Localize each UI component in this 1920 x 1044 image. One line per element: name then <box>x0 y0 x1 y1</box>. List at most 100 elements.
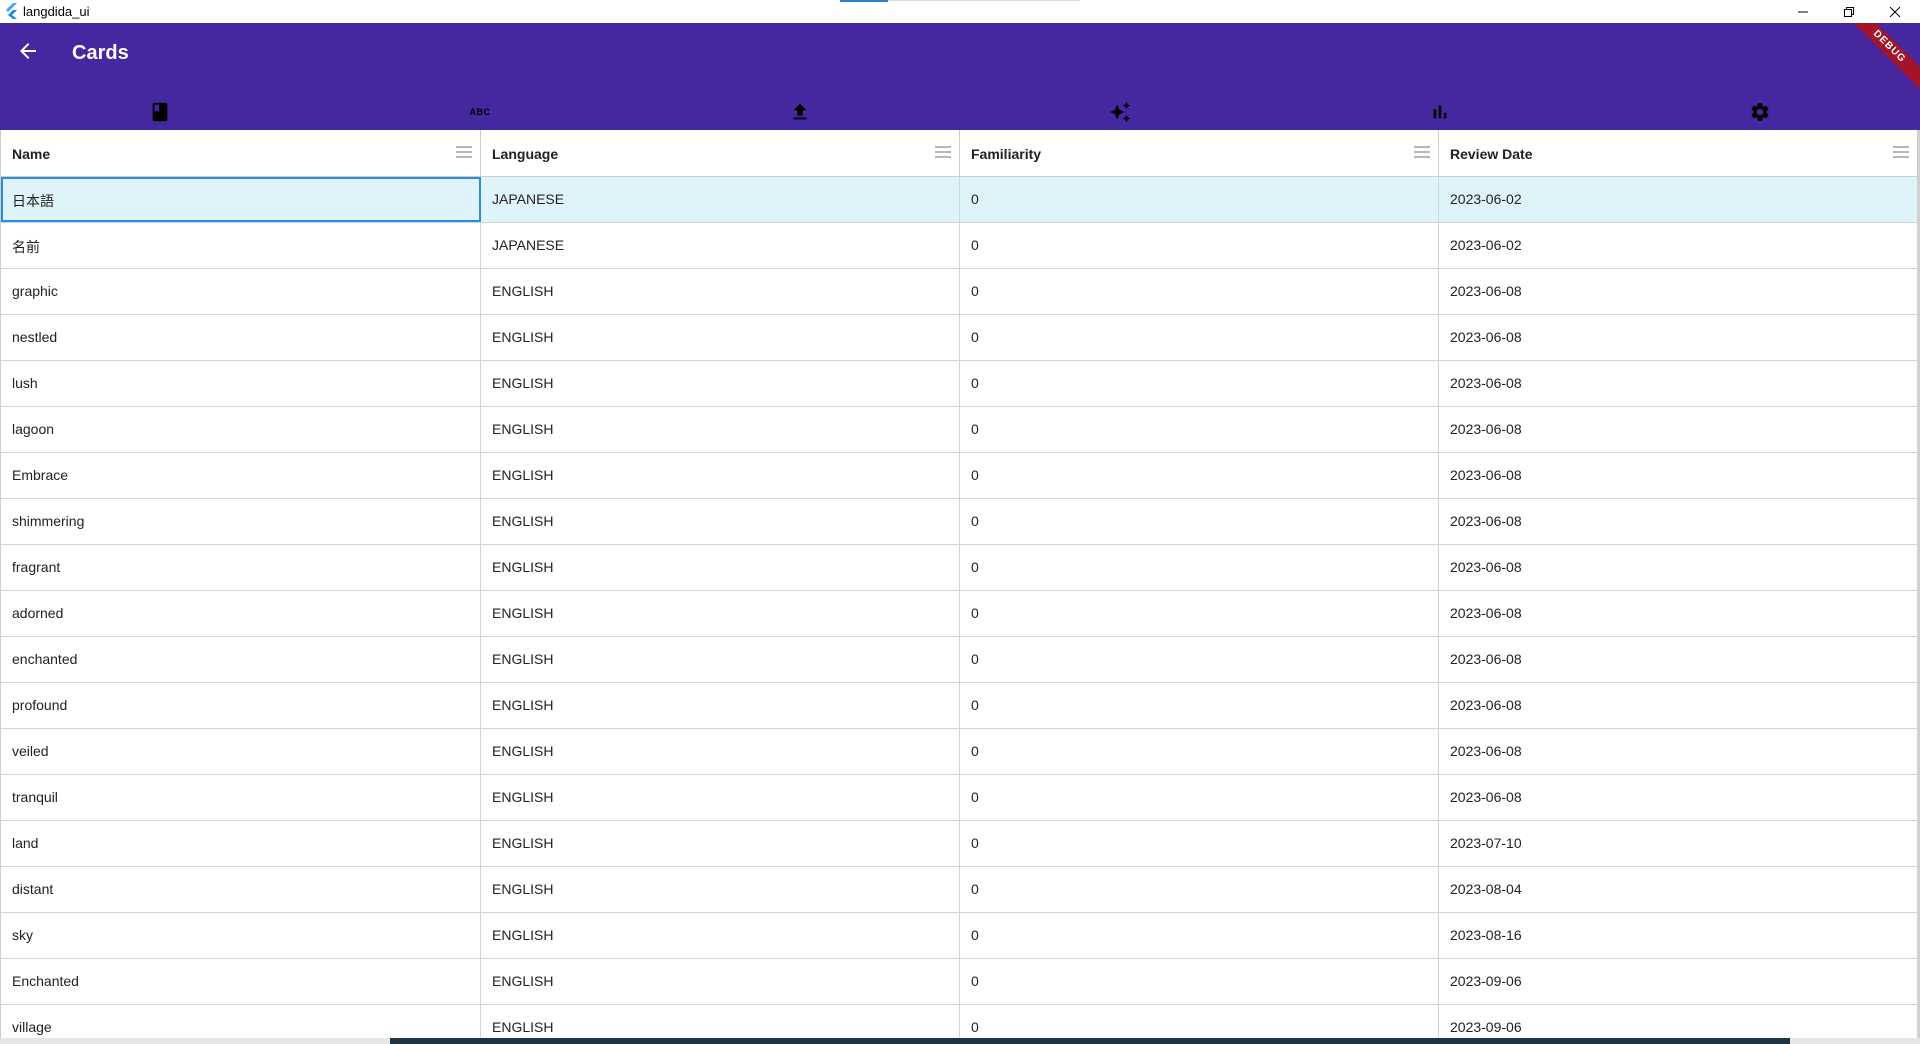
cell-language[interactable]: ENGLISH <box>481 1005 960 1038</box>
cell-review-date[interactable]: 2023-06-08 <box>1439 545 1918 590</box>
scrollbar-thumb[interactable] <box>390 1038 1790 1044</box>
table-row[interactable]: adorned ENGLISH 0 2023-06-08 <box>1 591 1919 637</box>
cell-familiarity[interactable]: 0 <box>960 637 1439 682</box>
cell-familiarity[interactable]: 0 <box>960 361 1439 406</box>
cell-review-date[interactable]: 2023-06-08 <box>1439 269 1918 314</box>
cell-review-date[interactable]: 2023-08-04 <box>1439 867 1918 912</box>
cell-review-date[interactable]: 2023-06-02 <box>1439 223 1918 268</box>
table-row[interactable]: Enchanted ENGLISH 0 2023-09-06 <box>1 959 1919 1005</box>
cell-name[interactable]: 日本語 <box>1 177 481 222</box>
cell-language[interactable]: ENGLISH <box>481 499 960 544</box>
cell-language[interactable]: ENGLISH <box>481 729 960 774</box>
cell-language[interactable]: ENGLISH <box>481 269 960 314</box>
column-menu-icon[interactable] <box>456 146 472 158</box>
cell-language[interactable]: ENGLISH <box>481 775 960 820</box>
tab-book[interactable] <box>144 96 176 128</box>
cell-familiarity[interactable]: 0 <box>960 269 1439 314</box>
column-menu-icon[interactable] <box>1893 146 1909 158</box>
cell-familiarity[interactable]: 0 <box>960 407 1439 452</box>
back-arrow-icon[interactable] <box>16 39 40 63</box>
cell-familiarity[interactable]: 0 <box>960 775 1439 820</box>
cell-review-date[interactable]: 2023-09-06 <box>1439 959 1918 1004</box>
cell-familiarity[interactable]: 0 <box>960 1005 1439 1038</box>
tab-settings[interactable] <box>1744 96 1776 128</box>
cell-language[interactable]: JAPANESE <box>481 223 960 268</box>
cell-language[interactable]: ENGLISH <box>481 453 960 498</box>
cell-name[interactable]: veiled <box>1 729 481 774</box>
tab-stats[interactable] <box>1424 96 1456 128</box>
cell-review-date[interactable]: 2023-06-08 <box>1439 407 1918 452</box>
cell-familiarity[interactable]: 0 <box>960 453 1439 498</box>
cell-review-date[interactable]: 2023-06-08 <box>1439 499 1918 544</box>
cell-language[interactable]: ENGLISH <box>481 545 960 590</box>
cell-language[interactable]: ENGLISH <box>481 361 960 406</box>
tab-abc[interactable]: ABC <box>464 96 496 128</box>
cell-name[interactable]: Enchanted <box>1 959 481 1004</box>
cell-review-date[interactable]: 2023-06-08 <box>1439 683 1918 728</box>
cell-name[interactable]: distant <box>1 867 481 912</box>
cell-review-date[interactable]: 2023-07-10 <box>1439 821 1918 866</box>
cell-review-date[interactable]: 2023-06-08 <box>1439 315 1918 360</box>
table-row[interactable]: enchanted ENGLISH 0 2023-06-08 <box>1 637 1919 683</box>
cell-review-date[interactable]: 2023-06-08 <box>1439 637 1918 682</box>
cell-review-date[interactable]: 2023-06-08 <box>1439 775 1918 820</box>
cell-name[interactable]: adorned <box>1 591 481 636</box>
cell-name[interactable]: sky <box>1 913 481 958</box>
tab-upload[interactable] <box>784 96 816 128</box>
cell-name[interactable]: 名前 <box>1 223 481 268</box>
cell-language[interactable]: ENGLISH <box>481 637 960 682</box>
table-row[interactable]: distant ENGLISH 0 2023-08-04 <box>1 867 1919 913</box>
cell-familiarity[interactable]: 0 <box>960 959 1439 1004</box>
cell-name[interactable]: lush <box>1 361 481 406</box>
table-row[interactable]: profound ENGLISH 0 2023-06-08 <box>1 683 1919 729</box>
table-row[interactable]: Embrace ENGLISH 0 2023-06-08 <box>1 453 1919 499</box>
table-row[interactable]: graphic ENGLISH 0 2023-06-08 <box>1 269 1919 315</box>
cell-review-date[interactable]: 2023-08-16 <box>1439 913 1918 958</box>
horizontal-scrollbar[interactable] <box>0 1038 1920 1044</box>
restore-button[interactable] <box>1826 0 1872 23</box>
cell-familiarity[interactable]: 0 <box>960 315 1439 360</box>
cell-familiarity[interactable]: 0 <box>960 867 1439 912</box>
cell-language[interactable]: ENGLISH <box>481 821 960 866</box>
cell-language[interactable]: ENGLISH <box>481 913 960 958</box>
cell-name[interactable]: nestled <box>1 315 481 360</box>
cell-name[interactable]: Embrace <box>1 453 481 498</box>
minimize-button[interactable] <box>1780 0 1826 23</box>
cell-familiarity[interactable]: 0 <box>960 499 1439 544</box>
cell-familiarity[interactable]: 0 <box>960 591 1439 636</box>
table-row[interactable]: village ENGLISH 0 2023-09-06 <box>1 1005 1919 1038</box>
cell-familiarity[interactable]: 0 <box>960 545 1439 590</box>
table-row[interactable]: tranquil ENGLISH 0 2023-06-08 <box>1 775 1919 821</box>
cell-familiarity[interactable]: 0 <box>960 683 1439 728</box>
cell-language[interactable]: ENGLISH <box>481 683 960 728</box>
cell-familiarity[interactable]: 0 <box>960 913 1439 958</box>
column-menu-icon[interactable] <box>1414 146 1430 158</box>
cell-name[interactable]: graphic <box>1 269 481 314</box>
cell-name[interactable]: shimmering <box>1 499 481 544</box>
column-header-name[interactable]: Name <box>1 130 481 176</box>
cell-name[interactable]: profound <box>1 683 481 728</box>
table-row[interactable]: shimmering ENGLISH 0 2023-06-08 <box>1 499 1919 545</box>
cell-name[interactable]: land <box>1 821 481 866</box>
table-row[interactable]: 名前 JAPANESE 0 2023-06-02 <box>1 223 1919 269</box>
cell-familiarity[interactable]: 0 <box>960 821 1439 866</box>
cell-language[interactable]: ENGLISH <box>481 407 960 452</box>
close-window-button[interactable] <box>1872 0 1918 23</box>
cell-review-date[interactable]: 2023-06-02 <box>1439 177 1918 222</box>
table-row[interactable]: land ENGLISH 0 2023-07-10 <box>1 821 1919 867</box>
table-row[interactable]: lush ENGLISH 0 2023-06-08 <box>1 361 1919 407</box>
cell-name[interactable]: tranquil <box>1 775 481 820</box>
cell-familiarity[interactable]: 0 <box>960 729 1439 774</box>
table-row[interactable]: nestled ENGLISH 0 2023-06-08 <box>1 315 1919 361</box>
cell-language[interactable]: JAPANESE <box>481 177 960 222</box>
cell-name[interactable]: village <box>1 1005 481 1038</box>
cell-language[interactable]: ENGLISH <box>481 959 960 1004</box>
cell-review-date[interactable]: 2023-06-08 <box>1439 453 1918 498</box>
column-header-review-date[interactable]: Review Date <box>1439 130 1918 176</box>
cell-review-date[interactable]: 2023-06-08 <box>1439 729 1918 774</box>
tab-sparkle[interactable] <box>1104 96 1136 128</box>
column-header-language[interactable]: Language <box>481 130 960 176</box>
cell-review-date[interactable]: 2023-06-08 <box>1439 591 1918 636</box>
cell-familiarity[interactable]: 0 <box>960 177 1439 222</box>
cell-name[interactable]: lagoon <box>1 407 481 452</box>
